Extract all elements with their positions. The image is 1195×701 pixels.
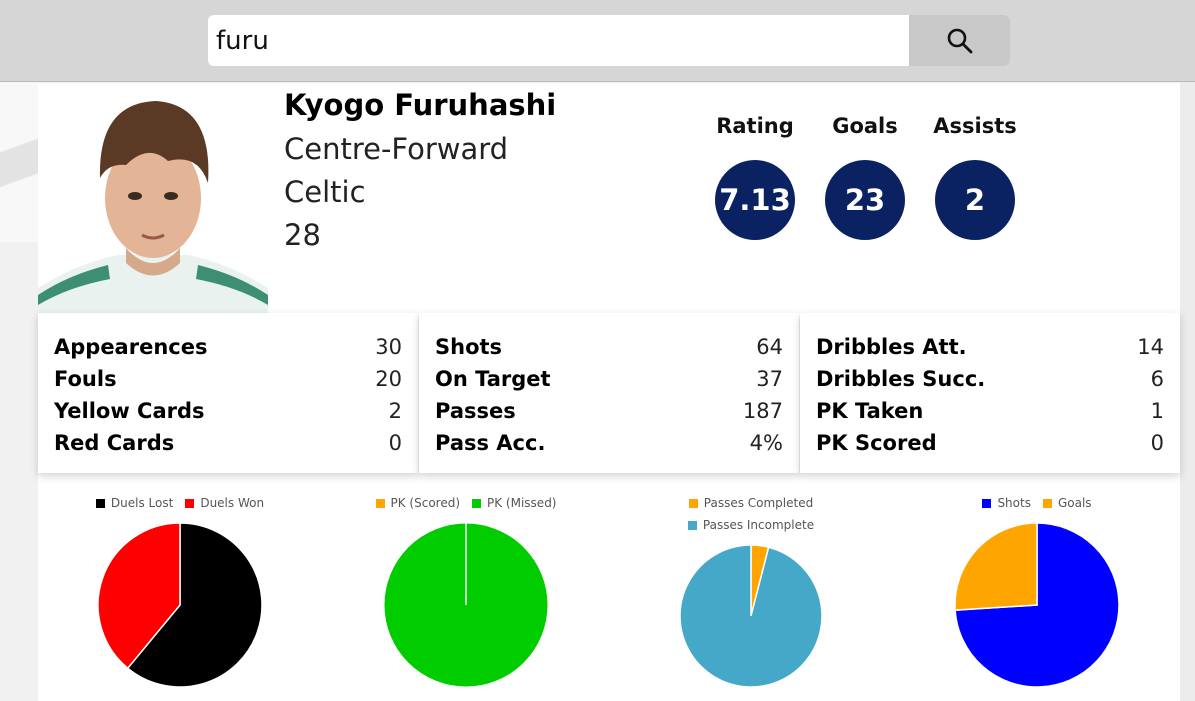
stat-row-value: 20: [375, 367, 402, 391]
stat-row: Appearences 30: [54, 331, 402, 363]
legend-item[interactable]: PK (Scored): [375, 496, 461, 510]
pie-slice[interactable]: [954, 522, 1038, 611]
pie-chart: [679, 544, 823, 688]
legend-item[interactable]: Duels Won: [185, 496, 264, 510]
stats-panel-dribbling: Dribbles Att. 14 Dribbles Succ. 6 PK Taken…: [800, 313, 1180, 473]
stat-row-label: Yellow Cards: [54, 399, 205, 423]
legend-item[interactable]: Passes Completed: [688, 496, 814, 510]
legend-item[interactable]: Passes Incomplete: [687, 518, 815, 532]
stat-row: Pass Acc. 4%: [435, 427, 783, 459]
stat-row: PK Scored 0: [816, 427, 1164, 459]
pie-chart: [954, 522, 1120, 688]
legend-item[interactable]: Shots: [982, 496, 1031, 510]
stat-row-value: 4%: [749, 431, 783, 455]
stat-row-label: Dribbles Att.: [816, 335, 967, 359]
background-decoration: [0, 82, 38, 242]
legend-swatch: [1042, 498, 1052, 508]
legend-item[interactable]: PK (Missed): [472, 496, 557, 510]
stat-assists: Assists 2: [925, 114, 1025, 240]
stat-value: 7.13: [715, 160, 795, 240]
stats-panel-general: Appearences 30 Fouls 20 Yellow Cards 2 Red …: [38, 313, 418, 473]
background-decoration-right: [1180, 82, 1195, 701]
stat-row-label: PK Scored: [816, 431, 937, 455]
stat-row-label: Red Cards: [54, 431, 175, 455]
legend-label: PK (Scored): [390, 496, 461, 510]
stat-goals: Goals 23: [815, 114, 915, 240]
legend-swatch: [375, 498, 385, 508]
stat-row-value: 2: [388, 399, 402, 423]
pie-legend: PK (Scored) PK (Missed): [346, 496, 586, 510]
legend-label: Duels Won: [200, 496, 265, 510]
stat-row-value: 37: [756, 367, 783, 391]
stat-row-label: Pass Acc.: [435, 431, 546, 455]
stat-row: Fouls 20: [54, 363, 402, 395]
stat-label: Goals: [832, 114, 898, 138]
pie-legend: Passes Completed Passes Incomplete: [631, 496, 871, 532]
stat-row-label: Shots: [435, 335, 503, 359]
stat-row: Red Cards 0: [54, 427, 402, 459]
stat-row: On Target 37: [435, 363, 783, 395]
stat-rating: Rating 7.13: [705, 114, 805, 240]
stat-row: Shots 64: [435, 331, 783, 363]
stat-row-value: 1: [1150, 399, 1164, 423]
pie-legend: Shots Goals: [917, 496, 1157, 510]
player-photo: [38, 83, 268, 313]
stat-row-value: 187: [742, 399, 783, 423]
stat-row-label: Passes: [435, 399, 516, 423]
search-bar: [208, 15, 1010, 66]
player-age: 28: [284, 218, 321, 252]
stat-row: Dribbles Att. 14: [816, 331, 1164, 363]
legend-swatch: [95, 498, 105, 508]
player-position: Centre-Forward: [284, 132, 509, 166]
stat-row-label: Dribbles Succ.: [816, 367, 986, 391]
legend-item[interactable]: Duels Lost: [95, 496, 174, 510]
stat-label: Assists: [933, 114, 1017, 138]
legend-label: Shots: [997, 496, 1031, 510]
stat-row: PK Taken 1: [816, 395, 1164, 427]
stats-panel-attacking: Shots 64 On Target 37 Passes 187 Pass Acc. 4…: [419, 313, 799, 473]
legend-swatch: [687, 520, 697, 530]
legend-label: Duels Lost: [110, 496, 174, 510]
legend-swatch: [472, 498, 482, 508]
stat-row-value: 30: [375, 335, 402, 359]
pie-chart: [97, 522, 263, 688]
stat-row-label: Fouls: [54, 367, 117, 391]
stat-value: 23: [825, 160, 905, 240]
player-name: Kyogo Furuhashi: [284, 88, 557, 122]
stat-row-value: 64: [756, 335, 783, 359]
legend-label: Goals: [1057, 496, 1092, 510]
pie-slice[interactable]: [679, 544, 823, 688]
stat-row-label: On Target: [435, 367, 551, 391]
pie-chart: [383, 522, 549, 688]
search-icon: [947, 28, 972, 53]
legend-label: PK (Missed): [487, 496, 557, 510]
player-team: Celtic: [284, 175, 366, 209]
search-input[interactable]: [208, 15, 909, 66]
pie-legend: Duels Lost Duels Won: [60, 496, 300, 510]
legend-label: Passes Completed: [703, 496, 814, 510]
stat-row-label: PK Taken: [816, 399, 924, 423]
legend-swatch: [688, 498, 698, 508]
stat-row-value: 6: [1150, 367, 1164, 391]
legend-swatch: [185, 498, 195, 508]
stat-row-label: Appearences: [54, 335, 208, 359]
legend-label: Passes Incomplete: [702, 518, 815, 532]
stat-label: Rating: [716, 114, 794, 138]
search-button[interactable]: [909, 15, 1010, 66]
legend-item[interactable]: Goals: [1042, 496, 1092, 510]
legend-swatch: [982, 498, 992, 508]
stat-row: Dribbles Succ. 6: [816, 363, 1164, 395]
stat-row: Yellow Cards 2: [54, 395, 402, 427]
stat-row: Passes 187: [435, 395, 783, 427]
stat-row-value: 0: [388, 431, 402, 455]
stat-value: 2: [935, 160, 1015, 240]
stat-row-value: 14: [1137, 335, 1164, 359]
stat-row-value: 0: [1150, 431, 1164, 455]
